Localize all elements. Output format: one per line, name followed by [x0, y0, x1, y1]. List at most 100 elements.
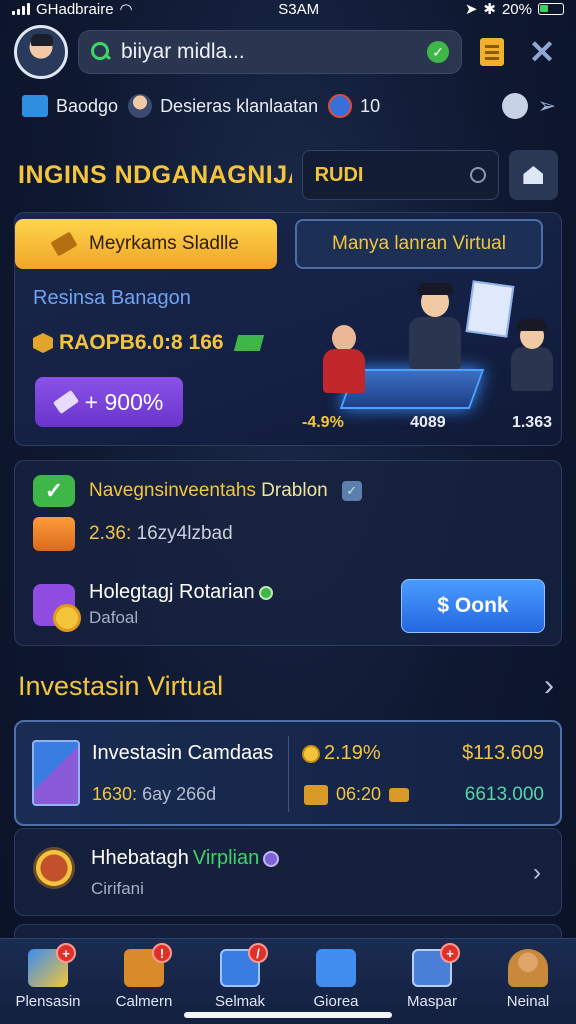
tab-virtual[interactable]: Manya lanran Virtual [295, 219, 543, 269]
tab-active[interactable]: Meyrkams Sladlle [15, 219, 277, 269]
person-illustration [405, 283, 463, 371]
top-bar: biiyar midla... ✓ ✕ [14, 24, 562, 80]
home-button[interactable] [508, 150, 558, 200]
summary-row-3-title: Holegtagj Rotarian [89, 581, 255, 603]
briefcase-icon [316, 949, 356, 987]
action-button[interactable]: $ Oonk [401, 579, 545, 633]
stat-value-1: 4089 [410, 414, 446, 431]
person-illustration [507, 319, 557, 393]
documents-button[interactable] [472, 32, 512, 72]
send-icon[interactable]: ➢ [538, 93, 556, 119]
status-left: GHadbraire ◠ [12, 0, 133, 18]
divider [288, 736, 289, 812]
investments-header[interactable]: Investasin Virtual › [18, 664, 554, 708]
summary-row-2-detail: 16zy4lzbad [136, 523, 233, 544]
investment-time-value: 06:20 [336, 784, 382, 804]
investment-sub-value: 1630: [92, 784, 138, 804]
timer-icon [33, 847, 75, 889]
investment-amount-secondary: 6613.000 [464, 784, 544, 805]
money-icon [389, 787, 410, 802]
hero-card: Meyrkams Sladlle Manya lanran Virtual Re… [14, 212, 562, 446]
wallet-icon [33, 517, 75, 551]
percent-button-label: + 900% [84, 388, 164, 415]
investment-2-subtitle: Cirifani [91, 879, 144, 898]
chart-screen-graphic [465, 280, 515, 338]
investment-card[interactable]: Investasin Camdaas 1630: 6ay 266d 2.19% … [14, 720, 562, 826]
nav-label: Plensasin [15, 993, 81, 1010]
nav-badge: + [56, 943, 76, 963]
briefcase-icon [22, 95, 48, 117]
stat-value-2: 1.363 [511, 414, 552, 431]
support-icon[interactable] [501, 93, 528, 119]
investment-card-2[interactable]: Hhebatagh Virplian Cirifani › [14, 828, 562, 916]
tab-virtual-label: Manya lanran Virtual [332, 233, 506, 254]
profile-icon [508, 949, 548, 987]
investments-title: Investasin Virtual [18, 670, 224, 701]
verified-icon: ✓ [341, 481, 362, 501]
filter-input-value: RUDI [314, 163, 364, 186]
summary-row-1[interactable]: ✓ Navegnsinveentahs Drablon ✓ [33, 475, 362, 507]
person-icon [128, 94, 153, 118]
home-icon [523, 166, 544, 184]
investment-thumbnail [32, 740, 80, 806]
summary-row-3-subtitle: Dafoal [89, 608, 139, 627]
chevron-right-icon[interactable]: › [533, 859, 541, 887]
summary-row-3-text: Holegtagj Rotarian Dafoal [89, 581, 273, 628]
summary-row-3[interactable]: Holegtagj Rotarian Dafoal [33, 581, 273, 632]
location-icon: ➤ [464, 1, 478, 18]
voice-search-icon[interactable]: ✓ [427, 41, 449, 63]
search-input[interactable]: biiyar midla... [121, 40, 417, 64]
search-bar[interactable]: biiyar midla... ✓ [78, 30, 462, 74]
search-icon [91, 42, 111, 62]
tab-bar: Meyrkams Sladlle Manya lanran Virtual [15, 219, 561, 269]
status-dot-icon [258, 585, 273, 600]
nav-badge: ! [152, 943, 172, 963]
nav-item-3[interactable]: / Selmak [194, 943, 286, 1010]
investment-amount: $113.609 [462, 742, 544, 764]
balance-value: RAOPB6.0:8 166 [59, 331, 224, 354]
investment-sub-text: 6ay 266d [142, 784, 217, 804]
nav-item-6[interactable]: Neinal [482, 949, 574, 1010]
close-button[interactable]: ✕ [522, 32, 562, 72]
cube-icon [33, 333, 53, 353]
battery-icon [538, 3, 564, 15]
carrier-name: GHadbraire [36, 0, 114, 18]
avatar[interactable] [14, 25, 68, 79]
info-chip-2[interactable]: Desieras klanlaatan [128, 94, 318, 118]
investment-subtitle: 1630: 6ay 266d [92, 784, 216, 805]
gift-icon [33, 583, 81, 632]
search-icon [469, 167, 486, 183]
info-chip-1[interactable]: Baodgo [22, 95, 118, 117]
nav-badge: / [248, 943, 268, 963]
nav-item-4[interactable]: Giorea [290, 949, 382, 1010]
summary-row-1-highlight: Drablon [261, 480, 328, 501]
info-bar: Baodgo Desieras klanlaatan 10 ➢ [22, 88, 556, 124]
nav-item-1[interactable]: + Plensasin [2, 943, 94, 1010]
cash-icon [233, 335, 264, 351]
status-right: ➤ ✱ 20% [465, 0, 564, 18]
nav-item-2[interactable]: ! Calmern [98, 943, 190, 1010]
info-chip-3[interactable]: 10 [328, 94, 380, 118]
bag-icon [304, 784, 328, 805]
info-chip-2-label: Desieras klanlaatan [160, 95, 319, 116]
rocket-icon [328, 94, 353, 118]
status-time: S3AM [278, 0, 320, 18]
summary-row-3-title-row: Holegtagj Rotarian [89, 581, 273, 604]
summary-row-1-label: Navegnsinveentahs [89, 480, 256, 501]
check-icon: ✓ [33, 475, 75, 507]
summary-card: ✓ Navegnsinveentahs Drablon ✓ 2.36: 16zy… [14, 460, 562, 646]
summary-row-2[interactable]: 2.36: 16zy4lzbad [33, 517, 233, 551]
nav-badge: + [440, 943, 460, 963]
chevron-right-icon[interactable]: › [544, 669, 554, 703]
nav-item-5[interactable]: + Maspar [386, 943, 478, 1010]
status-dot-icon [263, 850, 280, 867]
filter-input[interactable]: RUDI [301, 150, 499, 200]
stat-change: -4.9% [302, 414, 344, 431]
summary-row-2-text: 2.36: 16zy4lzbad [89, 523, 233, 545]
battery-percent: 20% [501, 0, 532, 18]
close-icon: ✕ [528, 34, 556, 70]
percent-button[interactable]: + 900% [35, 377, 183, 427]
signal-icon [12, 3, 30, 15]
investment-2-highlight: Virplian [192, 847, 260, 869]
hero-illustration [283, 280, 559, 433]
